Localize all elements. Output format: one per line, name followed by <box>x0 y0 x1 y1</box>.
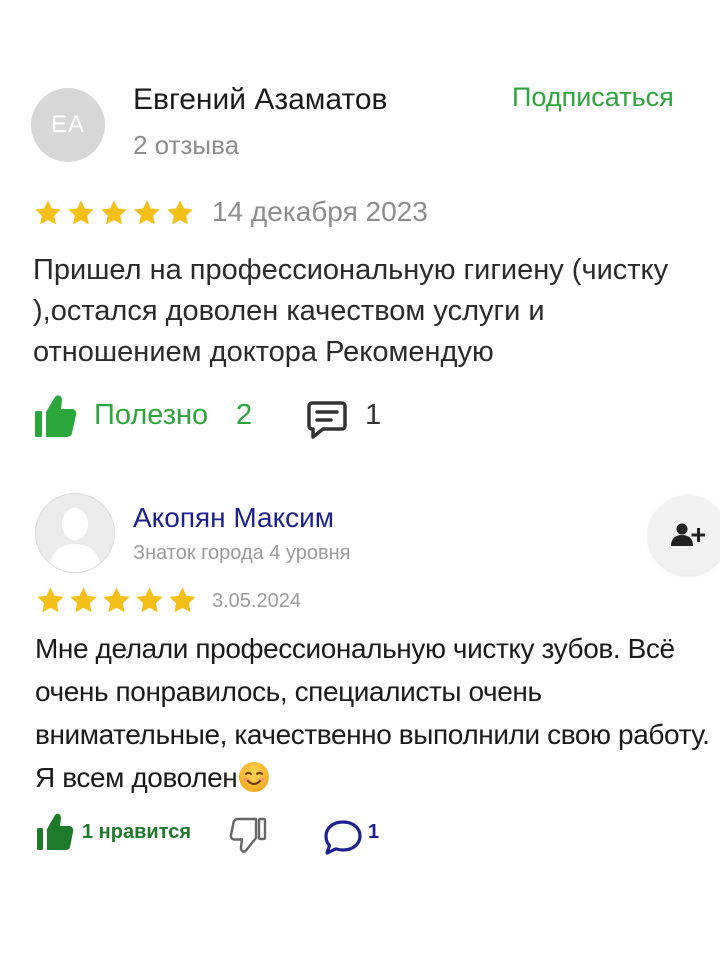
thumbs-up-icon[interactable] <box>33 393 77 444</box>
star-icon <box>101 200 127 225</box>
review-text-block: Мне делали профессиональную чистку зубов… <box>35 627 720 799</box>
star-icon <box>136 587 163 613</box>
avatar-initials: ЕА <box>50 111 85 138</box>
follow-button[interactable] <box>648 495 720 575</box>
add-user-icon <box>671 523 705 546</box>
star-icon <box>134 200 160 225</box>
author-name[interactable]: Акопян Максим <box>133 502 334 534</box>
user-placeholder-icon <box>48 508 102 572</box>
reviews-count: 2 отзыва <box>133 130 240 160</box>
star-icon <box>103 587 130 613</box>
star-icon <box>169 587 196 613</box>
review-text: Пришел на профессиональную гигиену (чист… <box>33 254 669 368</box>
star-icon <box>37 587 64 613</box>
rating-stars <box>35 585 198 616</box>
review-text: Мне делали профессиональную чистку зубов… <box>35 633 710 793</box>
avatar[interactable] <box>35 493 115 573</box>
star-icon <box>167 200 193 225</box>
star-icon <box>35 200 61 225</box>
star-icon <box>70 587 97 613</box>
thumbs-down-icon[interactable] <box>229 816 269 863</box>
review-date: 3.05.2024 <box>212 590 301 612</box>
star-icon <box>68 200 94 225</box>
smile-emoji-icon <box>238 761 270 793</box>
thumbs-up-icon[interactable] <box>36 812 74 857</box>
comment-icon[interactable] <box>306 400 348 445</box>
review-date: 14 декабря 2023 <box>212 196 428 227</box>
avatar[interactable]: ЕА <box>31 88 105 162</box>
rating-stars <box>33 198 195 228</box>
subscribe-button[interactable]: Подписаться <box>512 82 674 113</box>
useful-button[interactable]: Полезно <box>94 399 208 432</box>
useful-count: 2 <box>236 399 253 431</box>
comments-count: 1 <box>368 821 380 843</box>
comments-count: 1 <box>365 399 382 431</box>
user-level: Знаток города 4 уровня <box>133 542 351 564</box>
speech-bubble-icon[interactable] <box>322 818 364 863</box>
author-name[interactable]: Евгений Азаматов <box>133 83 387 117</box>
like-button[interactable]: 1 нравится <box>82 821 191 844</box>
